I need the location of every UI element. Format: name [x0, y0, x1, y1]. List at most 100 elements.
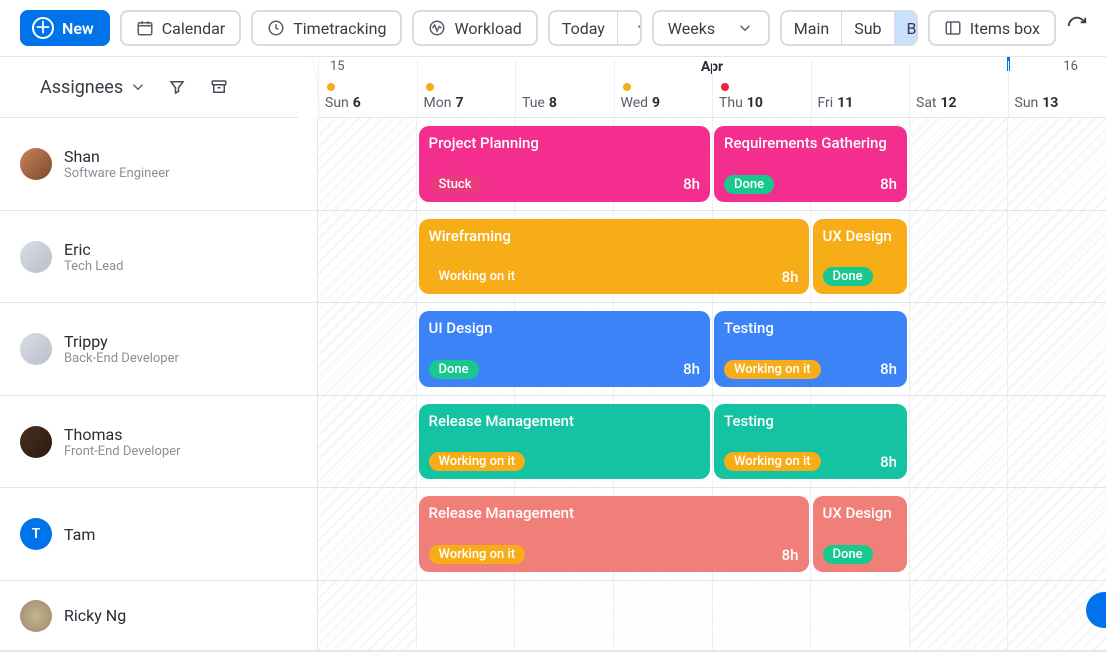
today-button[interactable]: Today	[550, 12, 617, 44]
task-title: UX Design	[823, 227, 898, 245]
view-main-button[interactable]: Main	[782, 12, 841, 44]
view-both-button[interactable]: Both	[894, 12, 918, 44]
assignee-role: Back-End Developer	[64, 351, 179, 366]
assignee-header: Assignees	[0, 57, 318, 117]
calendar-icon	[136, 19, 154, 37]
assignee-row: TrippyBack-End DeveloperUI DesignDone8hT…	[0, 303, 1106, 396]
new-button-label: New	[62, 19, 94, 38]
assignee-role: Tech Lead	[64, 259, 124, 274]
chevron-down-icon	[736, 19, 754, 37]
assignee-lane[interactable]: Project Planning Stuck 8h Requirements Gath…	[318, 118, 1106, 210]
today-dropdown[interactable]	[617, 12, 642, 44]
view-sub-button[interactable]: Sub	[841, 12, 893, 44]
assignee-cell[interactable]: EricTech Lead	[0, 211, 318, 303]
assignee-cell[interactable]: ShanSoftware Engineer	[0, 118, 318, 210]
new-button[interactable]: ＋ New	[20, 10, 110, 46]
task-hours: 8h	[880, 360, 897, 378]
task-hours: 8h	[683, 360, 700, 378]
task-title: UX Design	[823, 504, 898, 522]
lane-cell	[318, 303, 416, 395]
items-box-button[interactable]: Items box	[928, 10, 1056, 46]
task-bar[interactable]: UX Design Done	[813, 219, 908, 295]
avatar	[20, 426, 52, 458]
lane-cell	[1007, 211, 1106, 303]
day-header-cell[interactable]: Thu10	[712, 61, 811, 117]
task-bar[interactable]: Project Planning Stuck 8h	[419, 126, 711, 202]
task-bar[interactable]: UX Design Done	[813, 496, 908, 572]
assignee-name: Tam	[64, 525, 95, 544]
assignee-lane[interactable]: UI DesignDone8hTestingWorking on it8h	[318, 303, 1106, 395]
filter-button[interactable]	[165, 75, 189, 99]
archive-button[interactable]	[207, 75, 231, 99]
task-title: Release Management	[429, 504, 799, 522]
activity-icon	[428, 19, 446, 37]
range-select[interactable]: Weeks	[652, 10, 770, 46]
day-header-cell[interactable]: Tue8	[515, 61, 614, 117]
day-status-dot	[426, 83, 434, 91]
task-bar[interactable]: Release Management Working on it 8h	[419, 496, 809, 572]
lane-cell	[1007, 488, 1106, 580]
task-hours: 8h	[782, 546, 799, 564]
assignee-name: Thomas	[64, 425, 181, 444]
filter-icon	[168, 78, 186, 96]
assignee-lane[interactable]: Release Management Working on it 8h UX Desi…	[318, 488, 1106, 580]
task-bar[interactable]: Release ManagementWorking on it	[419, 404, 711, 480]
workload-button[interactable]: Workload	[412, 10, 537, 46]
lane-cell	[909, 488, 1008, 580]
task-bar[interactable]: WireframingWorking on it8h	[419, 219, 809, 295]
assignee-lane[interactable]: WireframingWorking on it8h UX Design Done	[318, 211, 1106, 303]
day-header-cell[interactable]: Mon7	[417, 61, 516, 117]
task-status-pill: Done	[823, 545, 873, 564]
assignee-cell[interactable]: TrippyBack-End Developer	[0, 303, 318, 395]
task-status-pill: Working on it	[724, 452, 821, 471]
lane-cell	[909, 581, 1008, 650]
assignees-dropdown[interactable]: Assignees	[40, 77, 147, 98]
calendar-button-label: Calendar	[162, 19, 225, 38]
view-mode-segment: Main Sub Both	[780, 10, 918, 46]
assignee-row: EricTech LeadWireframingWorking on it8hU…	[0, 211, 1106, 304]
day-header-cell[interactable]: Sat12	[909, 61, 1008, 117]
day-status-dot	[623, 83, 631, 91]
assignee-lane[interactable]: Release ManagementWorking on it Testing Wo…	[318, 396, 1106, 488]
assignee-name: Ricky Ng	[64, 606, 126, 625]
lane-cell	[909, 303, 1008, 395]
assignee-cell[interactable]: ThomasFront-End Developer	[0, 396, 318, 488]
task-title: UI Design	[429, 319, 701, 337]
archive-icon	[210, 78, 228, 96]
assignee-cell[interactable]: TTam	[0, 488, 318, 580]
task-bar[interactable]: Requirements GatheringDone8h	[714, 126, 907, 202]
lane-cell	[909, 396, 1008, 488]
assignee-name: Shan	[64, 147, 170, 166]
lane-cell	[1007, 396, 1106, 488]
task-status-pill: Done	[823, 267, 873, 286]
task-title: Requirements Gathering	[724, 134, 897, 152]
calendar-button[interactable]: Calendar	[120, 10, 241, 46]
day-header-cell[interactable]: Sun13	[1008, 61, 1106, 117]
task-status-pill: Stuck	[429, 175, 482, 194]
assignee-row: Ricky Ng	[0, 581, 1106, 651]
task-hours: 8h	[683, 175, 700, 193]
avatar	[20, 241, 52, 273]
day-header-cell[interactable]: Wed9	[614, 61, 713, 117]
timetracking-button[interactable]: Timetracking	[251, 10, 402, 46]
task-bar[interactable]: Testing Working on it 8h	[714, 404, 907, 480]
task-title: Project Planning	[429, 134, 701, 152]
day-header-cell[interactable]: Fri11	[811, 61, 910, 117]
day-header-cell[interactable]: Sun6	[318, 61, 417, 117]
task-status-pill: Working on it	[429, 545, 526, 564]
refresh-icon	[1066, 15, 1088, 37]
layout-icon	[944, 19, 962, 37]
assignee-row: ShanSoftware Engineer Project Planning Stu…	[0, 118, 1106, 211]
assignee-row: TTam Release Management Working on it 8h UX …	[0, 488, 1106, 581]
timeline-grid: Assignees 15Apr16Sun6Mon7Tue8Wed9Thu10Fr…	[0, 56, 1106, 652]
timetracking-button-label: Timetracking	[293, 19, 386, 38]
items-box-label: Items box	[970, 19, 1040, 38]
assignee-lane[interactable]	[318, 581, 1106, 650]
task-title: Testing	[724, 412, 897, 430]
assignee-cell[interactable]: Ricky Ng	[0, 581, 318, 650]
task-bar[interactable]: UI DesignDone8h	[419, 311, 711, 387]
refresh-button[interactable]	[1066, 15, 1088, 41]
task-hours: 8h	[782, 268, 799, 286]
task-bar[interactable]: TestingWorking on it8h	[714, 311, 907, 387]
task-hours: 8h	[880, 453, 897, 471]
